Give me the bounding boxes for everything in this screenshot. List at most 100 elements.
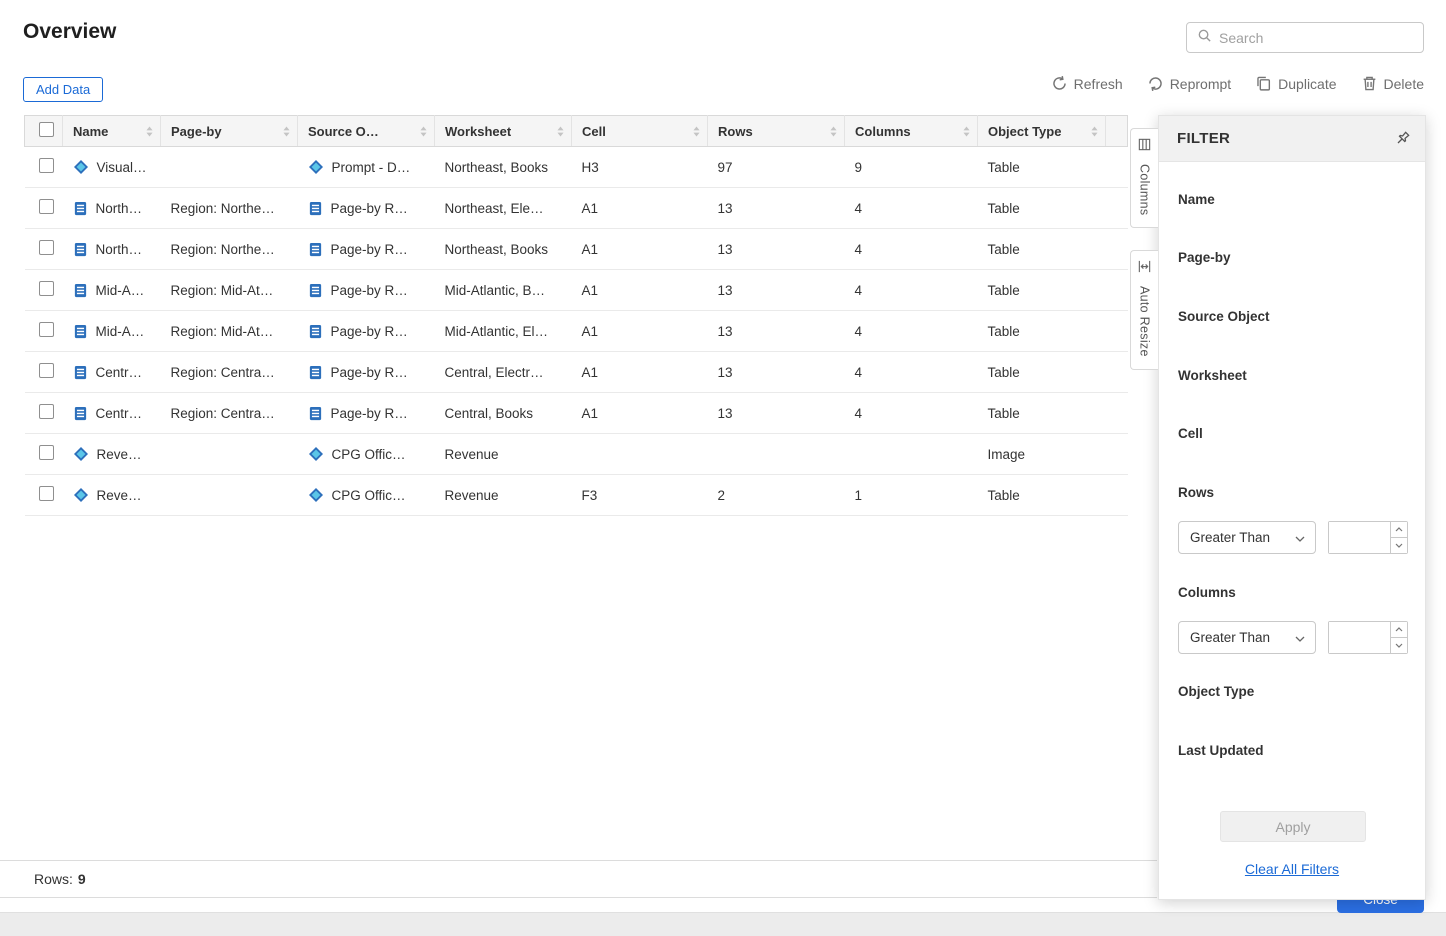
table-row[interactable]: Visual…Prompt - D…Northeast, BooksH3979T… xyxy=(25,147,1128,188)
row-spacer xyxy=(1106,393,1128,434)
rows-operator-select[interactable]: Greater Than xyxy=(1178,521,1316,554)
column-header-object-type[interactable]: Object Type xyxy=(978,116,1106,147)
tab-columns[interactable]: Columns xyxy=(1130,128,1158,228)
table-row[interactable]: Reve…CPG Offic…RevenueImage xyxy=(25,434,1128,475)
pin-icon[interactable] xyxy=(1394,130,1411,147)
visualization-icon xyxy=(73,446,89,462)
refresh-icon xyxy=(1051,75,1068,92)
row-checkbox[interactable] xyxy=(39,240,54,255)
cell-name[interactable]: Centr… xyxy=(63,352,161,393)
search-input[interactable] xyxy=(1219,30,1413,46)
tab-auto-resize[interactable]: Auto Resize xyxy=(1130,250,1158,370)
filter-field-last-updated[interactable]: Last Updated xyxy=(1178,743,1264,758)
row-select-cell[interactable] xyxy=(25,188,63,229)
columns-value-spinner[interactable] xyxy=(1328,621,1408,654)
search-box[interactable] xyxy=(1186,22,1424,53)
row-select-cell[interactable] xyxy=(25,147,63,188)
table-row[interactable]: Reve…CPG Offic…RevenueF321Table xyxy=(25,475,1128,516)
row-select-cell[interactable] xyxy=(25,270,63,311)
row-checkbox[interactable] xyxy=(39,404,54,419)
spin-down-icon[interactable] xyxy=(1391,538,1407,553)
filter-field-object-type[interactable]: Object Type xyxy=(1178,684,1254,699)
sort-icon[interactable] xyxy=(282,125,291,138)
row-select-cell[interactable] xyxy=(25,352,63,393)
columns-value-input[interactable] xyxy=(1329,622,1390,653)
table-row[interactable]: North…Region: Northe…Page-by R…Northeast… xyxy=(25,229,1128,270)
table-row[interactable]: Mid-A…Region: Mid-At…Page-by R…Mid-Atlan… xyxy=(25,270,1128,311)
filter-field-source-object[interactable]: Source Object xyxy=(1178,309,1270,324)
cell-name[interactable]: Mid-A… xyxy=(63,311,161,352)
cell-name[interactable]: Reve… xyxy=(63,434,161,475)
cell-name[interactable]: Visual… xyxy=(63,147,161,188)
filter-field-name[interactable]: Name xyxy=(1178,192,1215,207)
table-row[interactable]: North…Region: Northe…Page-by R…Northeast… xyxy=(25,188,1128,229)
table-row[interactable]: Centr…Region: Centra…Page-by R…Central, … xyxy=(25,393,1128,434)
row-select-cell[interactable] xyxy=(25,434,63,475)
select-all-header[interactable] xyxy=(25,116,63,147)
column-header-source-o[interactable]: Source O… xyxy=(298,116,435,147)
spin-up-icon[interactable] xyxy=(1391,622,1407,638)
row-checkbox[interactable] xyxy=(39,199,54,214)
cell-name[interactable]: Reve… xyxy=(63,475,161,516)
sort-icon[interactable] xyxy=(692,125,701,138)
reprompt-button[interactable]: Reprompt xyxy=(1147,75,1231,92)
row-spacer xyxy=(1106,352,1128,393)
column-header-columns[interactable]: Columns xyxy=(845,116,978,147)
cell-rows: 13 xyxy=(708,311,845,352)
row-select-cell[interactable] xyxy=(25,229,63,270)
clear-all-filters-link[interactable]: Clear All Filters xyxy=(1159,861,1425,877)
column-header-rows[interactable]: Rows xyxy=(708,116,845,147)
spin-down-icon[interactable] xyxy=(1391,638,1407,653)
filter-field-rows[interactable]: Rows xyxy=(1178,485,1214,500)
rows-value-input[interactable] xyxy=(1329,522,1390,553)
cell-object-type: Image xyxy=(978,434,1106,475)
cell-worksheet: Northeast, Books xyxy=(435,229,572,270)
refresh-button[interactable]: Refresh xyxy=(1051,75,1123,92)
column-header-worksheet[interactable]: Worksheet xyxy=(435,116,572,147)
sort-icon[interactable] xyxy=(419,125,428,138)
sort-icon[interactable] xyxy=(829,125,838,138)
table-body: Visual…Prompt - D…Northeast, BooksH3979T… xyxy=(25,147,1128,516)
sort-icon[interactable] xyxy=(556,125,565,138)
row-spacer xyxy=(1106,229,1128,270)
row-select-cell[interactable] xyxy=(25,475,63,516)
table-row[interactable]: Mid-A…Region: Mid-At…Page-by R…Mid-Atlan… xyxy=(25,311,1128,352)
cell-source-object: Page-by R… xyxy=(298,229,435,270)
filter-field-page-by[interactable]: Page-by xyxy=(1178,250,1231,265)
select-all-checkbox[interactable] xyxy=(39,122,54,137)
row-checkbox[interactable] xyxy=(39,322,54,337)
duplicate-button[interactable]: Duplicate xyxy=(1255,75,1336,92)
row-checkbox[interactable] xyxy=(39,281,54,296)
cell-name[interactable]: Centr… xyxy=(63,393,161,434)
cell-source-object: Page-by R… xyxy=(298,393,435,434)
row-select-cell[interactable] xyxy=(25,311,63,352)
row-select-cell[interactable] xyxy=(25,393,63,434)
columns-operator-select[interactable]: Greater Than xyxy=(1178,621,1316,654)
rows-value-spinner[interactable] xyxy=(1328,521,1408,554)
cell-source-object: Page-by R… xyxy=(298,270,435,311)
filter-field-cell[interactable]: Cell xyxy=(1178,426,1203,441)
cell-name[interactable]: North… xyxy=(63,229,161,270)
sort-icon[interactable] xyxy=(962,125,971,138)
sort-icon[interactable] xyxy=(145,125,154,138)
cell-name[interactable]: North… xyxy=(63,188,161,229)
delete-button[interactable]: Delete xyxy=(1361,75,1424,92)
filter-field-columns[interactable]: Columns xyxy=(1178,585,1236,600)
column-header-page-by[interactable]: Page-by xyxy=(161,116,298,147)
spin-up-icon[interactable] xyxy=(1391,522,1407,538)
column-header-cell[interactable]: Cell xyxy=(572,116,708,147)
sort-icon[interactable] xyxy=(1090,125,1099,138)
row-checkbox[interactable] xyxy=(39,158,54,173)
filter-field-worksheet[interactable]: Worksheet xyxy=(1178,368,1247,383)
auto-resize-icon xyxy=(1137,259,1152,279)
page-title: Overview xyxy=(23,20,116,44)
apply-button[interactable]: Apply xyxy=(1220,811,1366,842)
cell-name[interactable]: Mid-A… xyxy=(63,270,161,311)
row-checkbox[interactable] xyxy=(39,486,54,501)
row-checkbox[interactable] xyxy=(39,363,54,378)
table-row[interactable]: Centr…Region: Centra…Page-by R…Central, … xyxy=(25,352,1128,393)
column-header-name[interactable]: Name xyxy=(63,116,161,147)
status-bar: Rows: 9 xyxy=(0,860,1157,898)
row-checkbox[interactable] xyxy=(39,445,54,460)
add-data-button[interactable]: Add Data xyxy=(23,77,103,102)
